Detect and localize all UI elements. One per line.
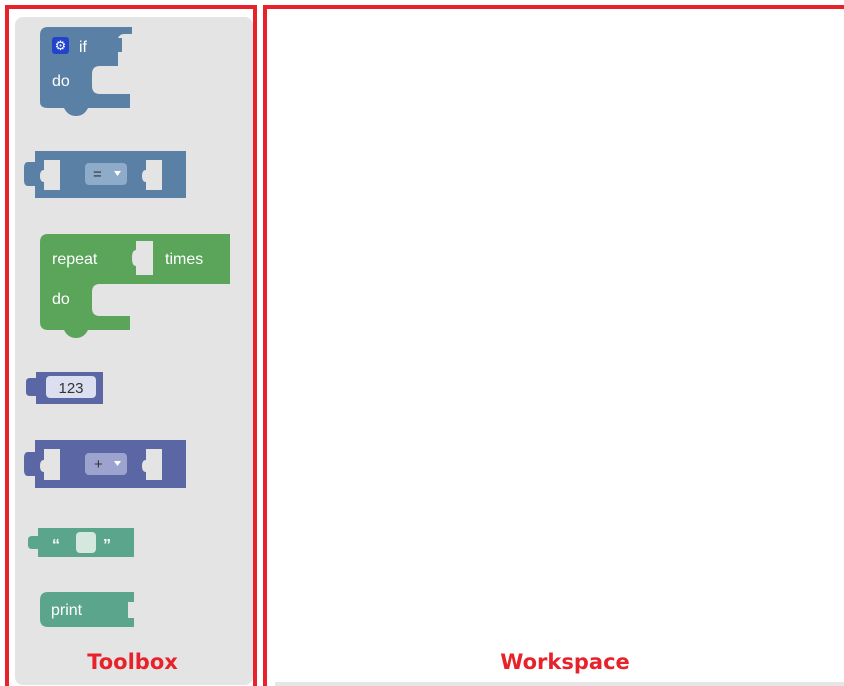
number-value[interactable]: 123 bbox=[58, 380, 83, 397]
repeat-keyword: repeat bbox=[52, 251, 98, 268]
repeat-do-keyword: do bbox=[52, 291, 70, 308]
number-block[interactable]: 123 bbox=[26, 372, 103, 404]
print-keyword: print bbox=[51, 602, 83, 619]
repeat-block[interactable]: repeat times do bbox=[40, 234, 230, 338]
text-field[interactable] bbox=[76, 532, 96, 553]
toolbox-blocks: ⚙ if do = repeat times do 123 + “ ” prin… bbox=[24, 27, 230, 627]
close-quote: ” bbox=[103, 537, 111, 554]
times-keyword: times bbox=[165, 251, 203, 268]
workspace-caption: Workspace bbox=[500, 650, 630, 674]
do-keyword: do bbox=[52, 73, 70, 90]
arithmetic-operator: + bbox=[94, 456, 103, 473]
arithmetic-dropdown[interactable] bbox=[85, 453, 127, 475]
if-block[interactable]: ⚙ if do bbox=[40, 27, 132, 116]
compare-dropdown[interactable] bbox=[85, 163, 127, 185]
svg-text:⚙: ⚙ bbox=[55, 39, 67, 54]
compare-operator: = bbox=[93, 166, 102, 183]
print-block[interactable]: print bbox=[40, 592, 134, 627]
toolbox-caption: Toolbox bbox=[87, 650, 178, 674]
arithmetic-block[interactable]: + bbox=[24, 440, 186, 488]
text-block[interactable]: “ ” bbox=[28, 528, 134, 557]
if-keyword: if bbox=[79, 39, 88, 56]
open-quote: “ bbox=[52, 537, 60, 554]
compare-block[interactable]: = bbox=[24, 151, 186, 198]
